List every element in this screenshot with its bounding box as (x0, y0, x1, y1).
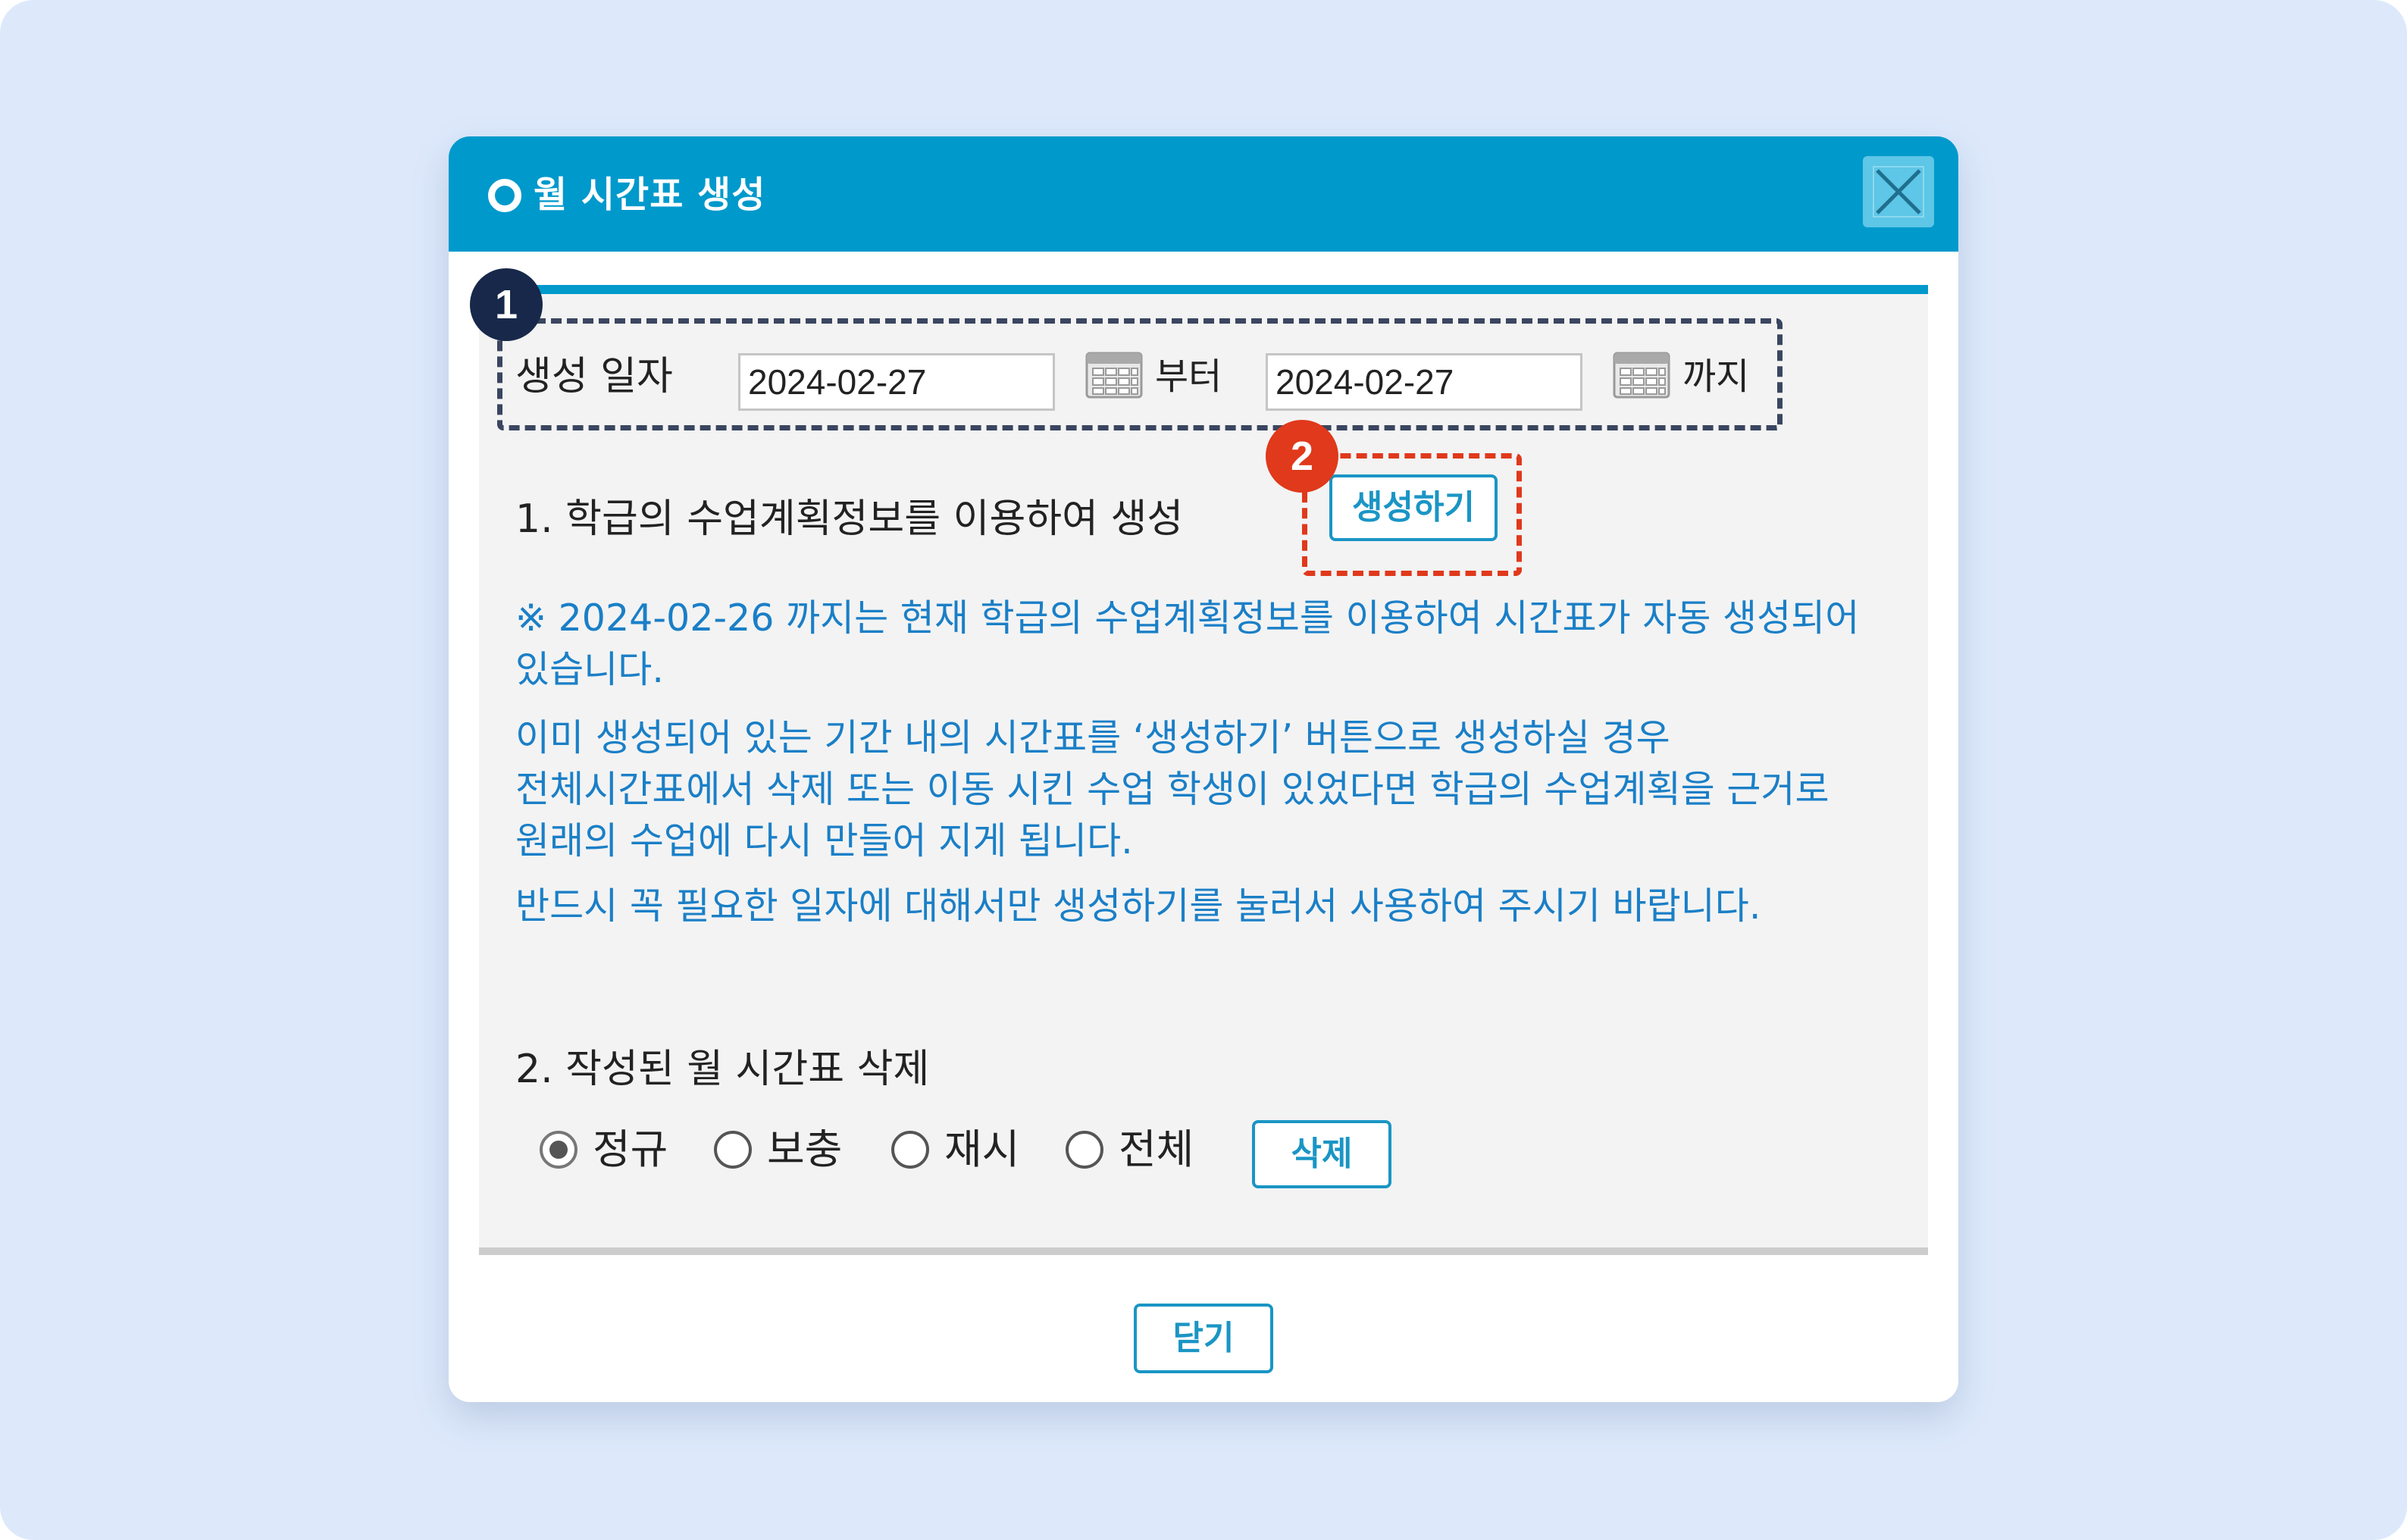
radio-supplementary[interactable] (714, 1131, 752, 1169)
date-range-label: 생성 일자 (515, 354, 673, 399)
notice-use-carefully: 반드시 꼭 필요한 일자에 대해서만 생성하기를 눌러서 사용하여 주시기 바랍… (515, 884, 1761, 928)
delete-button[interactable]: 삭제 (1252, 1120, 1391, 1188)
close-button[interactable]: 닫기 (1134, 1304, 1273, 1373)
start-date-input[interactable] (738, 353, 1055, 411)
dialog-titlebar: 월 시간표 생성 (449, 136, 1958, 252)
radio-regular-label: 정규 (593, 1125, 668, 1173)
radio-all-label: 전체 (1119, 1125, 1194, 1173)
close-icon[interactable] (1863, 156, 1934, 227)
panel-bottom-border (479, 1247, 1928, 1255)
to-label: 까지 (1682, 355, 1750, 398)
radio-regular[interactable] (540, 1131, 577, 1169)
radio-retest[interactable] (891, 1131, 929, 1169)
radio-supplementary-label: 보충 (767, 1125, 843, 1173)
create-button[interactable]: 생성하기 (1329, 474, 1498, 541)
annotation-marker-2: 2 (1266, 420, 1338, 493)
notice-regenerate-warning: 이미 생성되어 있는 기간 내의 시간표를 ‘생성하기’ 버튼으로 생성하실 경… (515, 716, 1830, 862)
dialog-title: 월 시간표 생성 (534, 174, 766, 216)
title-bullet-icon (488, 179, 521, 212)
radio-all[interactable] (1066, 1131, 1103, 1169)
section1-heading: 1. 학급의 수업계획정보를 이용하여 생성 (515, 496, 1184, 542)
calendar-icon[interactable] (1613, 352, 1670, 402)
end-date-input[interactable] (1266, 353, 1582, 411)
section2-heading: 2. 작성된 월 시간표 삭제 (515, 1047, 930, 1092)
annotation-marker-1: 1 (470, 268, 543, 341)
from-label: 부터 (1155, 355, 1222, 398)
monthly-timetable-dialog: 월 시간표 생성 생성 일자 부터 (449, 136, 1958, 1402)
panel-top-border (479, 285, 1928, 294)
radio-retest-label: 재시 (944, 1125, 1020, 1173)
notice-auto-generated: ※ 2024-02-26 까지는 현재 학급의 수업계획정보를 이용하여 시간표… (515, 596, 1860, 691)
calendar-icon[interactable] (1085, 352, 1143, 402)
